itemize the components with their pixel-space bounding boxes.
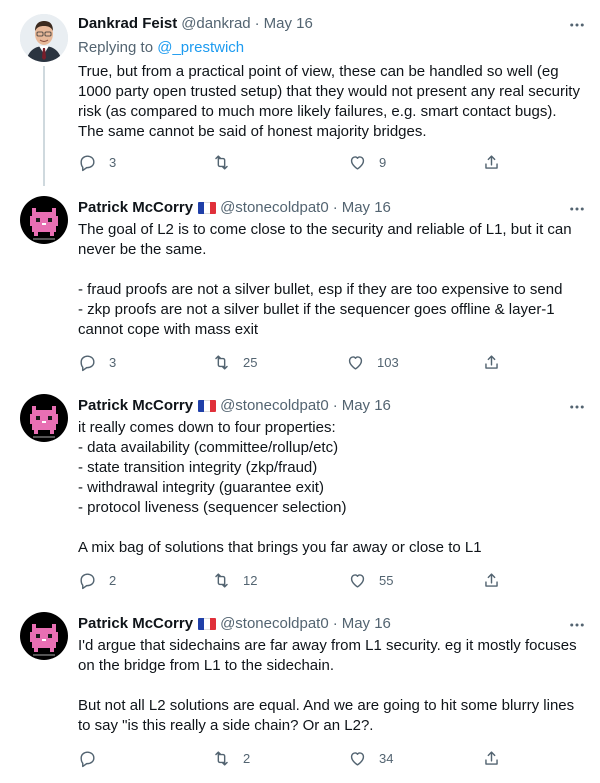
- author-name[interactable]: Patrick McCorry: [78, 198, 193, 218]
- share-button[interactable]: [482, 352, 501, 372]
- share-button[interactable]: [482, 570, 501, 590]
- flag-fr-icon: [198, 202, 217, 214]
- like-icon: [350, 155, 365, 170]
- replying-prefix: Replying to: [78, 39, 154, 56]
- like-count: 103: [377, 354, 399, 370]
- retweet-button[interactable]: 12: [212, 570, 257, 590]
- tweet[interactable]: Patrick McCorry @stonecoldpat0 · May 16 …: [0, 382, 600, 600]
- separator: ·: [332, 397, 338, 414]
- separator: ·: [332, 615, 338, 632]
- reply-button[interactable]: 2: [78, 570, 116, 590]
- tweet[interactable]: Dankrad Feist @dankrad · May 16 Replying…: [0, 0, 600, 186]
- tweet-text-content: it really comes down to four properties:…: [78, 419, 482, 556]
- share-button[interactable]: [482, 748, 501, 768]
- tweet-actions: 3 9: [78, 152, 548, 172]
- like-icon: [348, 355, 363, 370]
- author-name[interactable]: Patrick McCorry: [78, 396, 193, 416]
- more-icon[interactable]: [568, 616, 586, 634]
- retweet-count: 12: [243, 572, 258, 588]
- tweet-text: The goal of L2 is to come close to the s…: [78, 220, 583, 340]
- tweet[interactable]: Patrick McCorry @stonecoldpat0 · May 16 …: [0, 184, 600, 382]
- retweet-icon: [215, 154, 228, 170]
- share-icon: [485, 750, 498, 765]
- flag-fr-icon: [198, 618, 217, 630]
- tweet-actions: 3 25 103: [78, 352, 548, 372]
- like-count: 55: [379, 572, 394, 588]
- reply-button[interactable]: 3: [78, 352, 116, 372]
- separator: ·: [332, 199, 338, 216]
- tweet-text: it really comes down to four properties:…: [78, 418, 583, 558]
- retweet-icon: [215, 572, 228, 588]
- tweet-text: I'd argue that sidechains are far away f…: [78, 636, 583, 736]
- tweet-text-content: I'd argue that sidechains are far away f…: [78, 637, 577, 734]
- more-icon[interactable]: [568, 200, 586, 218]
- avatar-patrick[interactable]: [20, 394, 68, 442]
- like-button[interactable]: 34: [348, 748, 393, 768]
- author-handle[interactable]: @dankrad: [181, 14, 250, 34]
- tweet-text-content: The goal of L2 is to come close to the s…: [78, 221, 572, 338]
- like-icon: [350, 573, 365, 588]
- tweet-header: Patrick McCorry @stonecoldpat0 · May 16: [78, 614, 391, 634]
- reply-icon: [80, 572, 95, 589]
- tweet-header: Patrick McCorry @stonecoldpat0 · May 16: [78, 396, 391, 416]
- avatar-dankrad[interactable]: [20, 14, 68, 62]
- share-icon: [485, 572, 498, 587]
- tweet-text-content: True, but from a practical point of view…: [78, 63, 580, 140]
- share-button[interactable]: [482, 152, 501, 172]
- retweet-button[interactable]: [212, 152, 243, 172]
- share-icon: [485, 354, 498, 369]
- tweet-header: Dankrad Feist @dankrad · May 16: [78, 14, 313, 34]
- like-button[interactable]: 9: [348, 152, 386, 172]
- author-handle[interactable]: @stonecoldpat0: [220, 614, 329, 634]
- tweet-date[interactable]: May 16: [264, 14, 313, 34]
- tweet-text: True, but from a practical point of view…: [78, 62, 583, 142]
- reply-button[interactable]: [78, 748, 109, 768]
- reply-count: 2: [109, 572, 117, 588]
- like-count: 34: [379, 750, 394, 766]
- more-icon[interactable]: [568, 16, 586, 34]
- replying-to-link[interactable]: @_prestwich: [157, 39, 244, 56]
- reply-icon: [80, 750, 95, 767]
- reply-count: 3: [109, 154, 117, 170]
- retweet-count: 2: [243, 750, 251, 766]
- reply-icon: [80, 154, 95, 171]
- reply-icon: [80, 354, 95, 371]
- separator: ·: [254, 15, 260, 32]
- author-name[interactable]: Patrick McCorry: [78, 614, 193, 634]
- thread-line: [43, 66, 45, 186]
- more-icon[interactable]: [568, 398, 586, 416]
- tweet-header: Patrick McCorry @stonecoldpat0 · May 16: [78, 198, 391, 218]
- like-button[interactable]: 103: [346, 352, 399, 372]
- tweet-actions: 2 34: [78, 748, 548, 768]
- tweet-actions: 2 12 55: [78, 570, 548, 590]
- retweet-icon: [215, 354, 228, 370]
- tweet[interactable]: Patrick McCorry @stonecoldpat0 · May 16 …: [0, 600, 600, 783]
- tweet-date[interactable]: May 16: [342, 198, 391, 218]
- like-icon: [350, 751, 365, 766]
- like-count: 9: [379, 154, 387, 170]
- retweet-count: 25: [243, 354, 258, 370]
- flag-fr-icon: [198, 400, 217, 412]
- avatar-patrick[interactable]: [20, 612, 68, 660]
- author-handle[interactable]: @stonecoldpat0: [220, 396, 329, 416]
- tweet-date[interactable]: May 16: [342, 614, 391, 634]
- share-icon: [485, 154, 498, 169]
- tweet-date[interactable]: May 16: [342, 396, 391, 416]
- retweet-icon: [215, 750, 228, 766]
- retweet-button[interactable]: 25: [212, 352, 257, 372]
- reply-count: 3: [109, 354, 117, 370]
- like-button[interactable]: 55: [348, 570, 393, 590]
- author-handle[interactable]: @stonecoldpat0: [220, 198, 329, 218]
- retweet-button[interactable]: 2: [212, 748, 250, 768]
- avatar-patrick[interactable]: [20, 196, 68, 244]
- reply-button[interactable]: 3: [78, 152, 116, 172]
- author-name[interactable]: Dankrad Feist: [78, 14, 177, 34]
- replying-to: Replying to @_prestwich: [78, 38, 244, 58]
